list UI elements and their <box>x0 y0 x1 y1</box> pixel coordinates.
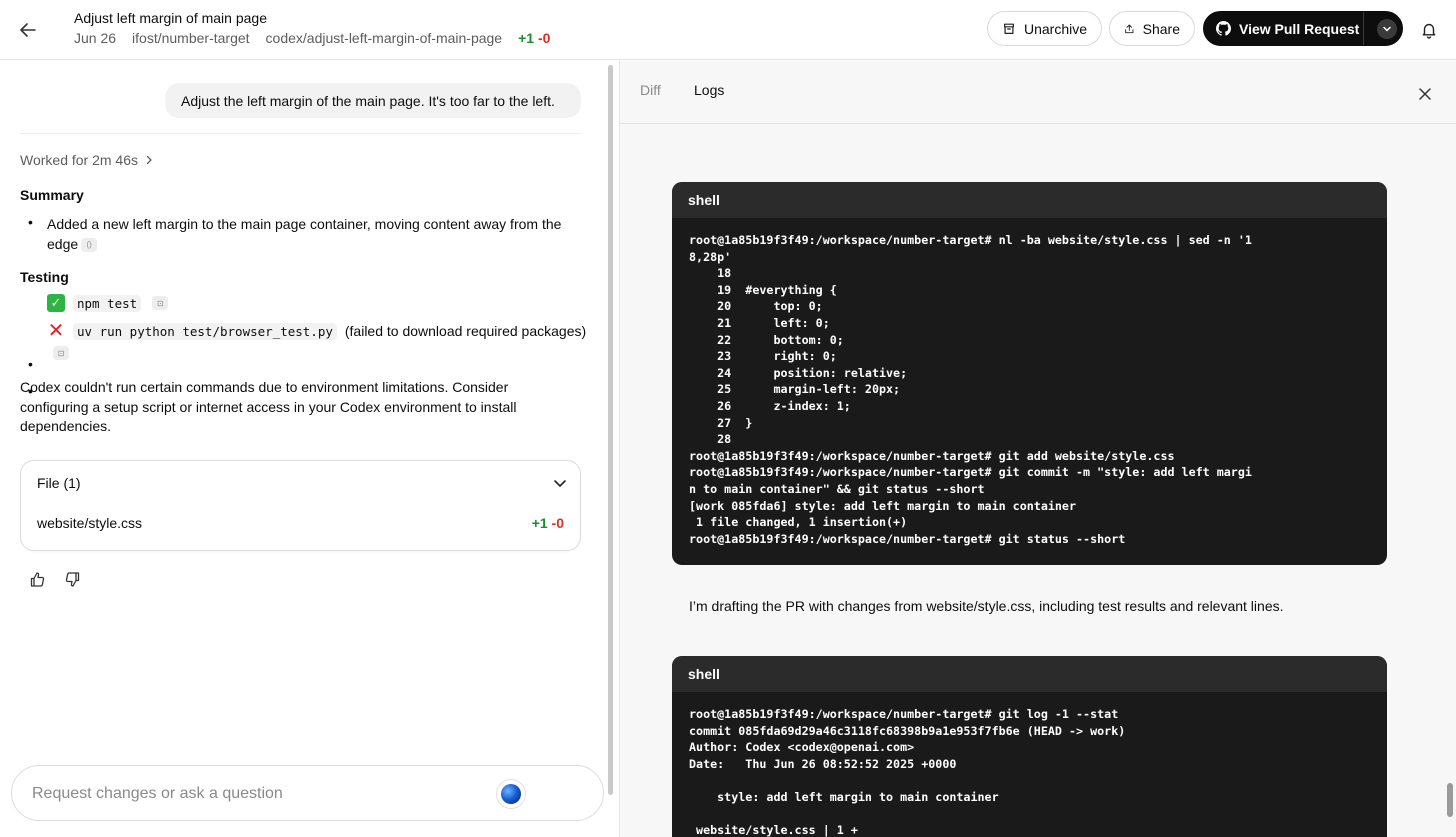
shell-label: shell <box>672 182 1387 218</box>
summary-item: Added a new left margin to the main page… <box>47 214 587 254</box>
left-scrollbar[interactable] <box>607 61 614 837</box>
archive-box-icon <box>1004 23 1014 34</box>
testing-heading: Testing <box>20 269 69 285</box>
back-button[interactable] <box>14 16 42 44</box>
bell-icon <box>1422 23 1436 39</box>
view-pr-main[interactable]: View Pull Request <box>1204 12 1364 45</box>
diff-additions: +1 <box>518 30 535 46</box>
tab-logs[interactable]: Logs <box>694 82 724 98</box>
details-panel: Diff Logs shell root@1a85b19f3f49:/works… <box>619 61 1456 837</box>
test-item-failed: ✕ uv run python test/browser_test.py (fa… <box>47 320 587 342</box>
test-command: npm test <box>73 294 142 312</box>
unarchive-button[interactable]: Unarchive <box>987 11 1102 46</box>
notifications-button[interactable] <box>1416 17 1442 43</box>
orb-icon <box>501 784 521 804</box>
share-upload-icon <box>1125 24 1134 33</box>
close-icon <box>1419 88 1431 100</box>
shell-label: shell <box>672 656 1387 692</box>
conversation-panel: Adjust the left margin of the main page.… <box>0 61 614 837</box>
thumbs-up-button[interactable] <box>27 569 47 589</box>
clipped-log-text <box>850 131 1150 137</box>
task-repo: ifost/number-target <box>132 30 250 46</box>
tab-diff[interactable]: Diff <box>640 82 661 98</box>
test-item-passed: ✓ npm test ⊡ <box>47 294 169 312</box>
collapse-files-button[interactable] <box>550 473 570 493</box>
environment-note: Codex couldn't run certain commands due … <box>20 379 517 434</box>
panel-tabs: Diff Logs <box>620 61 1456 124</box>
scrollbar-thumb[interactable] <box>608 65 613 795</box>
diff-stat: +1 -0 <box>518 30 550 46</box>
view-pull-request-button[interactable]: View Pull Request <box>1203 11 1403 46</box>
files-heading: File (1) <box>37 475 81 491</box>
top-header: Adjust left margin of main page Jun 26 i… <box>0 0 1456 60</box>
log-message: I’m drafting the PR with changes from we… <box>689 598 1284 614</box>
diff-deletions: -0 <box>537 30 551 46</box>
summary-text: Added a new left margin to the main page… <box>47 216 562 252</box>
composer <box>11 765 604 821</box>
shell-output: root@1a85b19f3f49:/workspace/number-targ… <box>689 707 1126 837</box>
task-branch: codex/adjust-left-margin-of-main-page <box>265 30 503 46</box>
files-changed-card: File (1) website/style.css +1 -0 <box>20 460 581 551</box>
terminal-citation-icon[interactable]: ⊡ <box>152 296 169 310</box>
arrow-left-icon <box>20 23 36 37</box>
share-label: Share <box>1142 20 1180 37</box>
summary-heading: Summary <box>20 187 84 203</box>
check-mark-icon: ✓ <box>47 294 65 312</box>
shell-output-block: shell root@1a85b19f3f49:/workspace/numbe… <box>672 182 1387 565</box>
chevron-down-icon <box>1377 18 1397 39</box>
divider <box>20 133 581 134</box>
file-deletions: -0 <box>551 515 564 531</box>
user-message: Adjust the left margin of the main page.… <box>165 83 581 118</box>
file-row[interactable]: website/style.css +1 -0 <box>21 503 580 543</box>
task-date: Jun 26 <box>74 30 117 46</box>
right-scrollbar-thumb[interactable] <box>1447 783 1453 817</box>
github-icon <box>1216 21 1231 36</box>
citation-icon[interactable]: () <box>81 238 98 253</box>
cross-mark-icon: ✕ <box>47 320 65 342</box>
thumbs-down-icon <box>65 571 79 587</box>
shell-output-block: shell root@1a85b19f3f49:/workspace/numbe… <box>672 656 1387 837</box>
chevron-down-icon <box>554 480 566 488</box>
worked-for-label: Worked for 2m 46s <box>20 152 139 168</box>
task-title: Adjust left margin of main page <box>74 10 267 26</box>
close-panel-button[interactable] <box>1414 83 1436 105</box>
share-button[interactable]: Share <box>1109 11 1195 46</box>
shell-output: root@1a85b19f3f49:/workspace/number-targ… <box>689 233 1252 546</box>
voice-orb-button[interactable] <box>496 779 526 809</box>
bullet: • <box>28 214 33 230</box>
test-note: (failed to download required packages) <box>344 323 587 339</box>
bullet: • <box>28 356 33 372</box>
request-changes-input[interactable] <box>32 782 492 806</box>
test-command: uv run python test/browser_test.py <box>73 322 337 340</box>
file-diff-stat: +1 -0 <box>532 515 564 531</box>
thumbs-up-icon <box>30 571 44 587</box>
terminal-citation-icon[interactable]: ⊡ <box>53 346 69 360</box>
view-pr-label: View Pull Request <box>1239 20 1360 37</box>
unarchive-label: Unarchive <box>1023 20 1087 37</box>
pr-options-dropdown[interactable] <box>1372 12 1402 45</box>
file-additions: +1 <box>531 515 548 531</box>
chevron-right-icon <box>146 155 152 165</box>
file-name: website/style.css <box>37 515 143 531</box>
thumbs-down-button[interactable] <box>62 569 82 589</box>
task-meta: Jun 26 ifost/number-target codex/adjust-… <box>74 30 550 46</box>
worked-for-toggle[interactable]: Worked for 2m 46s <box>20 152 154 168</box>
